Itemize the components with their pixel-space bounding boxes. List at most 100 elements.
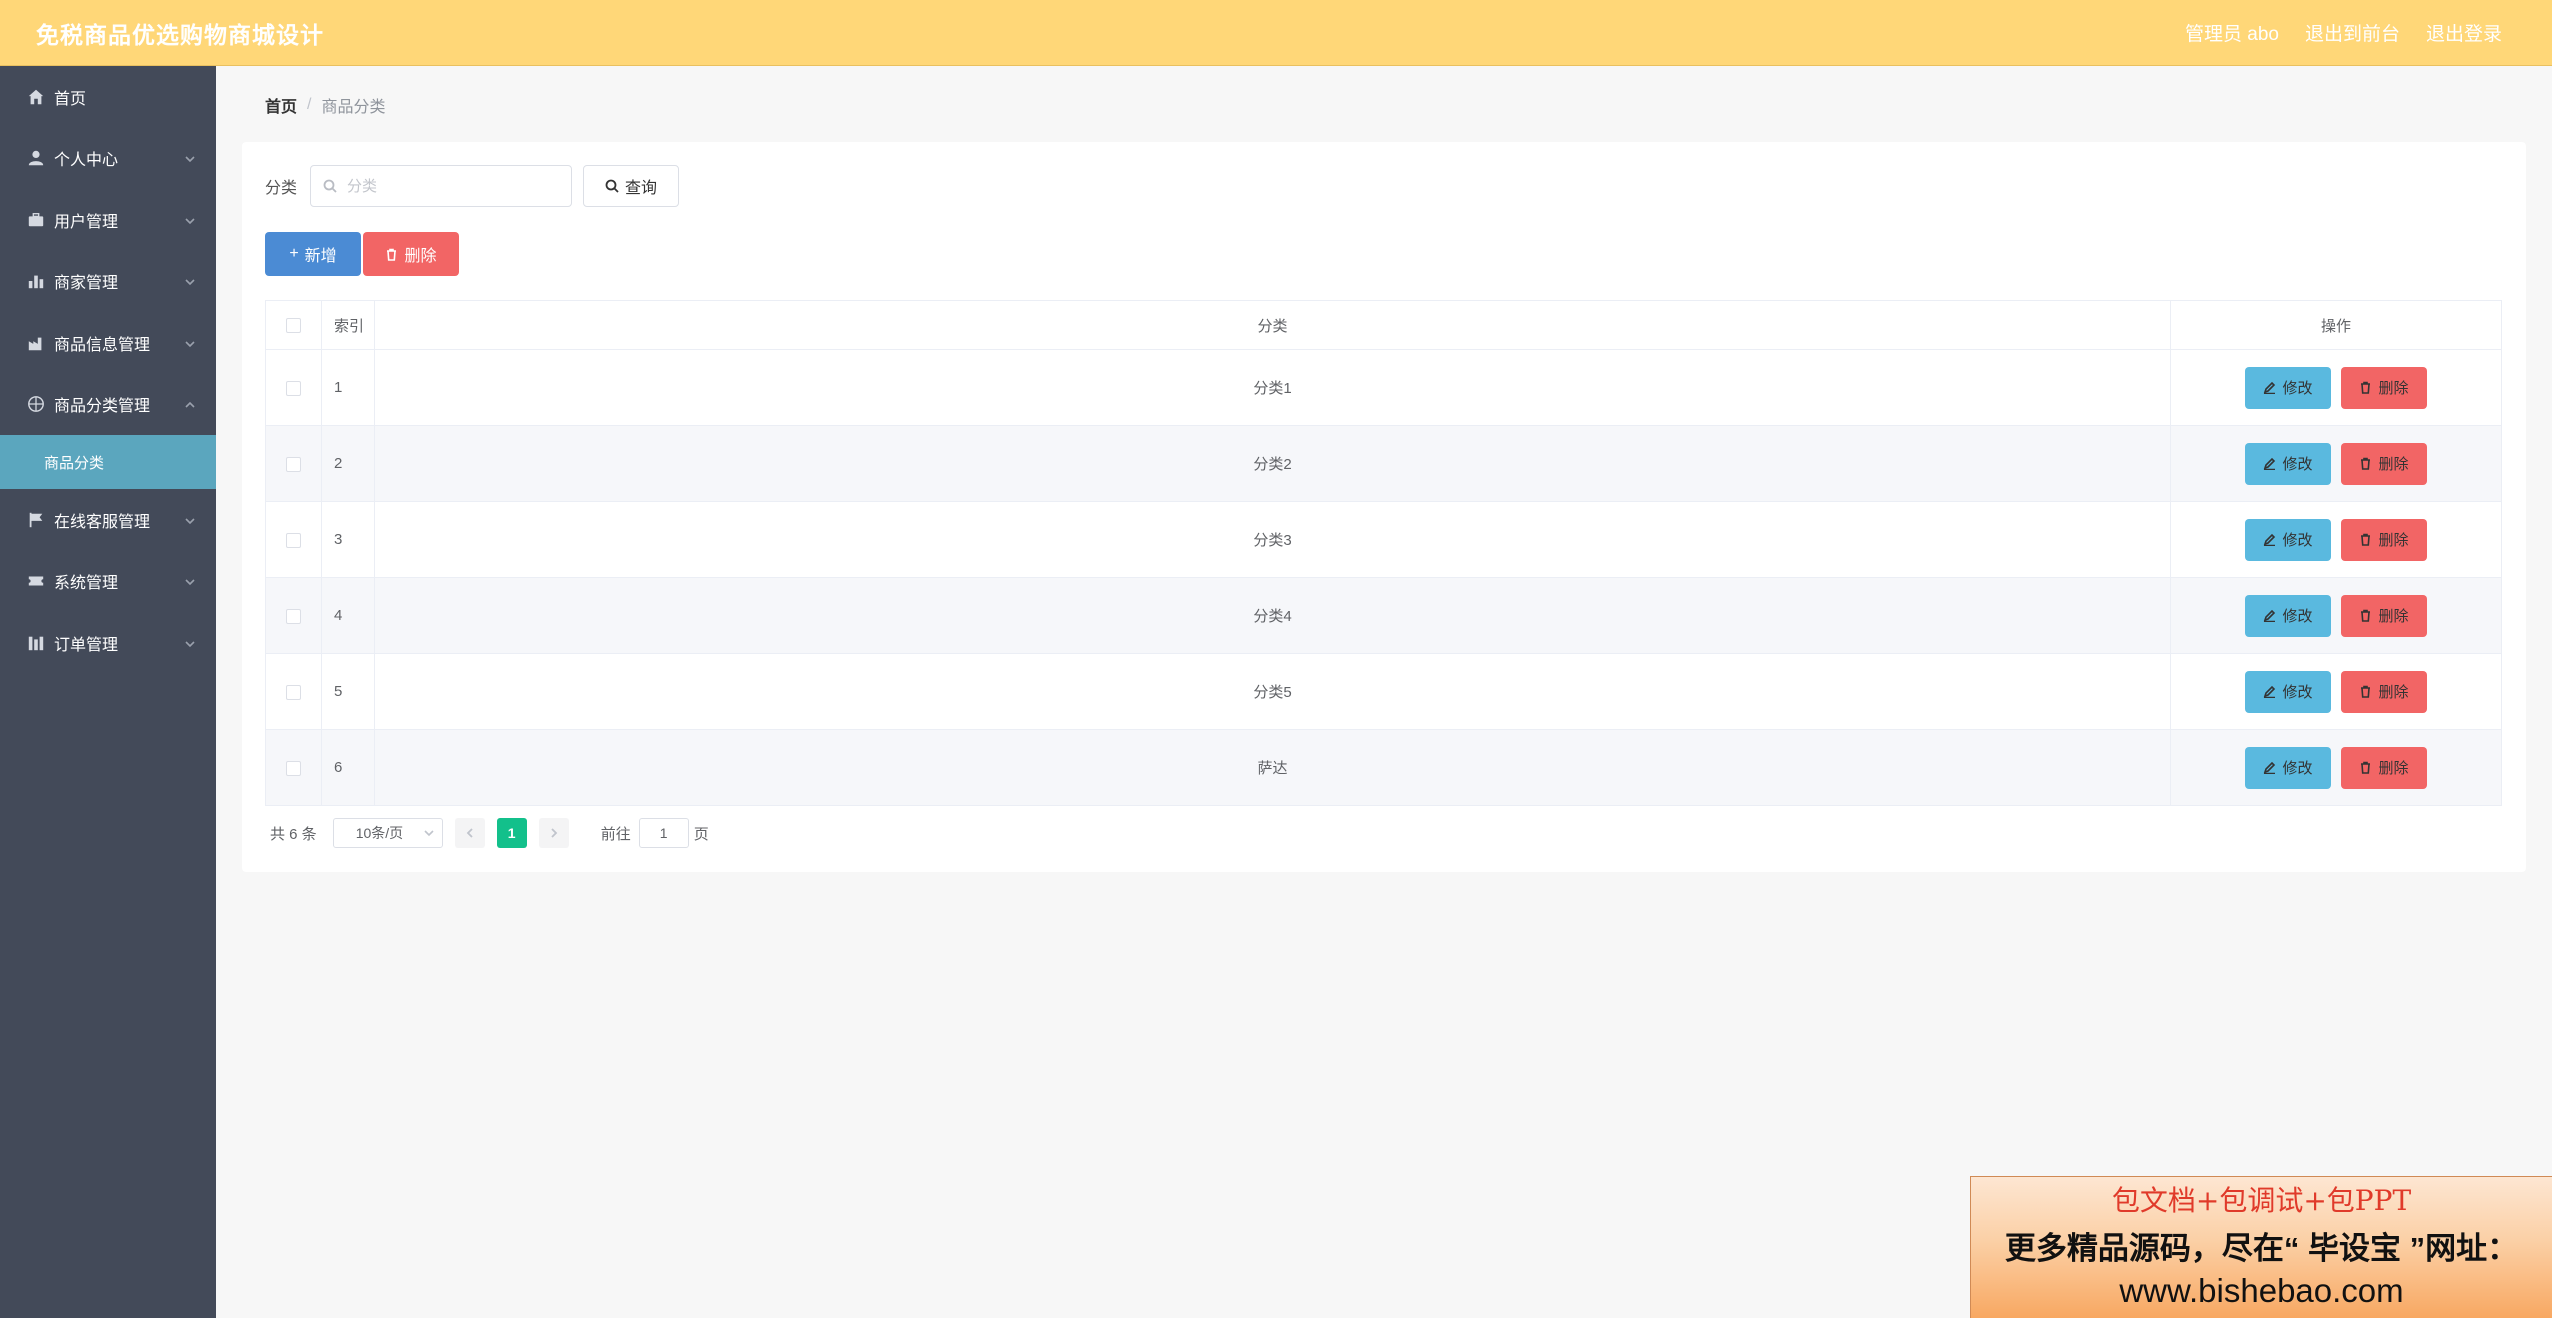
row-checkbox[interactable] [286, 380, 301, 396]
briefcase-icon [26, 210, 46, 230]
delete-button-label: 删除 [2378, 532, 2409, 549]
trash-icon [2361, 533, 2371, 546]
row-index: 1 [321, 349, 375, 426]
row-category: 分类1 [374, 349, 2171, 426]
table-row: 3 分类3 修改 删除 [265, 501, 2502, 578]
logout-link[interactable]: 退出登录 [2426, 19, 2502, 46]
breadcrumb: 首页 / 商品分类 [265, 93, 385, 117]
delete-button[interactable]: 删除 [2341, 442, 2427, 485]
sidebar-item-product-info-management[interactable]: 商品信息管理 [0, 312, 216, 374]
building-icon [26, 633, 46, 653]
delete-button-label: 删除 [2378, 608, 2409, 625]
row-index: 6 [321, 729, 375, 806]
row-operations: 修改 删除 [2170, 425, 2502, 502]
breadcrumb-home[interactable]: 首页 [265, 93, 297, 117]
delete-button[interactable]: 删除 [2341, 594, 2427, 637]
sidebar-item-system-management[interactable]: 系统管理 [0, 551, 216, 613]
trash-icon [2361, 381, 2371, 394]
sidebar: 首页 个人中心 用户管理 商家管理 商品信息管理 商品分类管理 商品分类 在线客… [0, 66, 216, 1318]
row-select-cell [265, 349, 322, 426]
table-row: 5 分类5 修改 删除 [265, 653, 2502, 730]
sidebar-item-user-management[interactable]: 用户管理 [0, 189, 216, 251]
row-category: 分类4 [374, 577, 2171, 654]
page-suffix: 页 [693, 825, 709, 843]
row-operations: 修改 删除 [2170, 653, 2502, 730]
chevron-left-icon [466, 828, 473, 838]
sidebar-subitem-category[interactable]: 商品分类 [0, 435, 216, 489]
current-page-number[interactable]: 1 [496, 818, 527, 848]
sidebar-item-order-management[interactable]: 订单管理 [0, 612, 216, 674]
edit-button[interactable]: 修改 [2245, 442, 2331, 485]
page-size-select[interactable]: 10条/页 [332, 818, 443, 848]
delete-button[interactable]: 删除 [2341, 746, 2427, 789]
row-index: 3 [321, 501, 375, 578]
sidebar-item-category-management[interactable]: 商品分类管理 [0, 374, 216, 436]
batch-delete-button[interactable]: 删除 [363, 232, 459, 276]
edit-button[interactable]: 修改 [2245, 594, 2331, 637]
row-category: 分类2 [374, 425, 2171, 502]
row-select-cell [265, 577, 322, 654]
factory-icon [26, 333, 46, 353]
row-checkbox[interactable] [286, 532, 301, 548]
next-page-button[interactable] [538, 818, 569, 848]
edit-button-label: 修改 [2282, 684, 2313, 701]
chevron-down-icon [184, 214, 196, 226]
sidebar-item-personal-center[interactable]: 个人中心 [0, 128, 216, 190]
edit-button[interactable]: 修改 [2245, 518, 2331, 561]
goto-page-input[interactable]: 1 [638, 818, 689, 848]
trash-icon [2361, 609, 2371, 622]
chevron-down-icon [184, 637, 196, 649]
delete-button-label: 删除 [2378, 760, 2409, 777]
row-category: 萨达 [374, 729, 2171, 806]
row-checkbox[interactable] [286, 760, 301, 776]
edit-icon [2264, 381, 2276, 394]
table-header-row: 索引 分类 操作 [265, 300, 2502, 350]
delete-button[interactable]: 删除 [2341, 670, 2427, 713]
edit-button-label: 修改 [2282, 380, 2313, 397]
edit-button[interactable]: 修改 [2245, 746, 2331, 789]
prev-page-button[interactable] [454, 818, 485, 848]
chevron-down-icon [184, 275, 196, 287]
header-category: 分类 [374, 300, 2171, 350]
header-operation: 操作 [2170, 300, 2502, 350]
action-bar: + 新增 删除 [265, 232, 459, 276]
delete-button[interactable]: 删除 [2341, 518, 2427, 561]
delete-button[interactable]: 删除 [2341, 366, 2427, 409]
chevron-down-icon [184, 152, 196, 164]
edit-button[interactable]: 修改 [2245, 670, 2331, 713]
sidebar-item-customer-service-management[interactable]: 在线客服管理 [0, 489, 216, 551]
promo-line2: 更多精品源码，尽在“ 毕设宝 ”网址： [2004, 1231, 2519, 1266]
row-checkbox[interactable] [286, 684, 301, 700]
search-icon [323, 179, 337, 193]
query-button[interactable]: 查询 [583, 165, 680, 207]
chevron-right-icon [551, 828, 557, 838]
breadcrumb-separator: / [307, 96, 312, 113]
row-operations: 修改 删除 [2170, 349, 2502, 426]
table-row: 6 萨达 修改 删除 [265, 729, 2502, 806]
row-index: 2 [321, 425, 375, 502]
edit-icon [2264, 685, 2276, 698]
user-icon [26, 148, 46, 168]
row-select-cell [265, 729, 322, 806]
table-row: 1 分类1 修改 删除 [265, 349, 2502, 426]
row-checkbox[interactable] [286, 608, 301, 624]
row-operations: 修改 删除 [2170, 577, 2502, 654]
trash-icon [2361, 457, 2371, 470]
select-all-cell [265, 300, 322, 350]
page-size-value: 10条/页 [355, 825, 404, 841]
delete-button-label: 删除 [2378, 456, 2409, 473]
sidebar-item-label: 用户管理 [54, 213, 119, 231]
edit-button[interactable]: 修改 [2245, 366, 2331, 409]
category-search-input[interactable] [345, 176, 560, 196]
category-table: 索引 分类 操作 1 分类1 修改 删除 2 分类2 修改 删除 3 分类3 修改 删除 4 分类4 修改删… [265, 300, 2502, 806]
sidebar-item-home[interactable]: 首页 [0, 66, 216, 128]
select-all-checkbox[interactable] [286, 318, 301, 334]
sidebar-item-merchant-management[interactable]: 商家管理 [0, 251, 216, 313]
query-button-label: 查询 [625, 180, 658, 197]
edit-button-label: 修改 [2282, 456, 2313, 473]
back-to-frontend-link[interactable]: 退出到前台 [2305, 19, 2400, 46]
row-select-cell [265, 425, 322, 502]
ticket-icon [26, 571, 46, 591]
row-checkbox[interactable] [286, 456, 301, 472]
add-button[interactable]: + 新增 [265, 232, 361, 276]
